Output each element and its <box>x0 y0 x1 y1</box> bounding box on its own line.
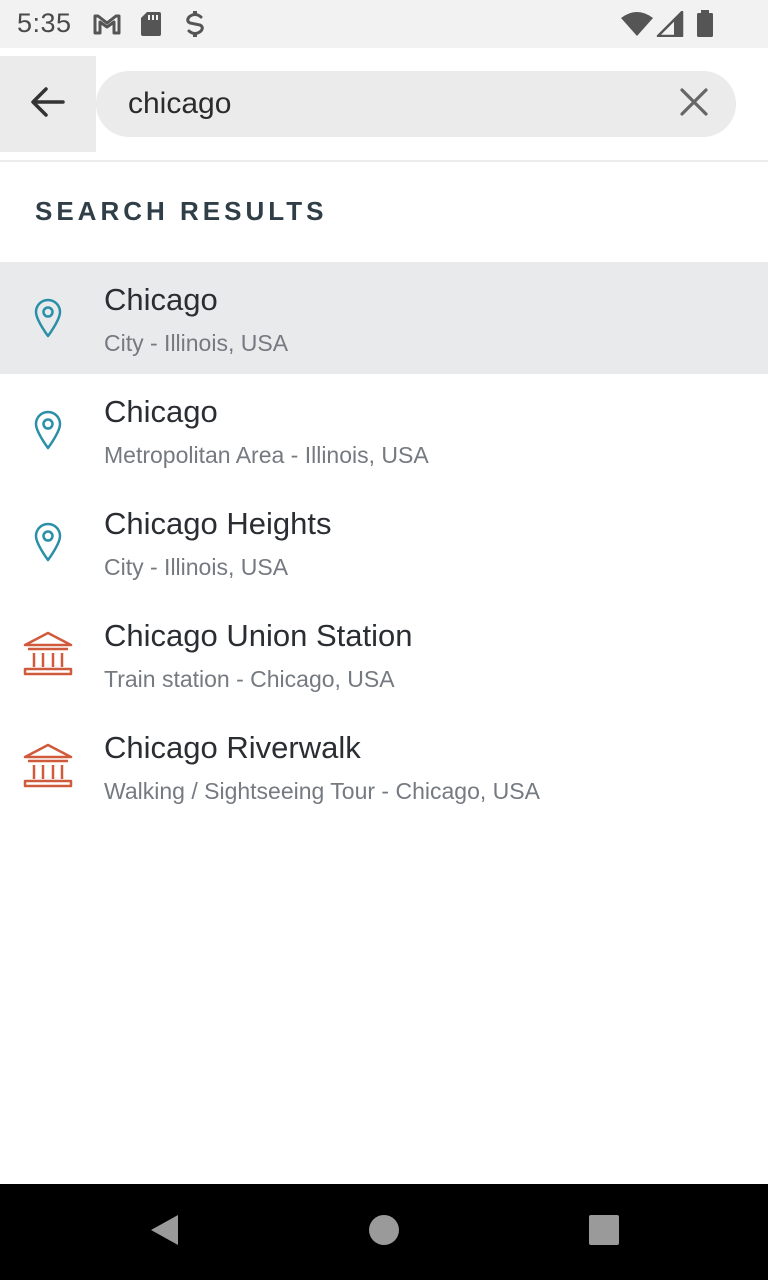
sd-card-icon <box>140 11 162 42</box>
navigation-bar <box>0 1184 768 1280</box>
home-circle-icon <box>368 1214 400 1251</box>
search-input[interactable] <box>128 71 648 137</box>
map-pin-icon <box>22 292 74 344</box>
search-app-bar <box>0 48 768 162</box>
sync-icon <box>184 10 206 43</box>
arrow-left-icon <box>30 84 66 125</box>
map-pin-icon <box>22 404 74 456</box>
result-title: Chicago <box>104 394 218 429</box>
map-pin-icon <box>22 516 74 568</box>
result-item[interactable]: Chicago Riverwalk Walking / Sightseeing … <box>0 710 768 822</box>
close-icon <box>679 87 709 122</box>
section-header: SEARCH RESULTS <box>35 196 328 226</box>
result-item[interactable]: Chicago Heights City - Illinois, USA <box>0 486 768 598</box>
recents-square-icon <box>588 1214 620 1251</box>
result-title: Chicago Riverwalk <box>104 730 361 765</box>
wifi-icon <box>620 11 654 42</box>
result-item[interactable]: Chicago Union Station Train station - Ch… <box>0 598 768 710</box>
screen: 5:35 chicago SEARCH RESULTS Chicago City… <box>0 0 768 1280</box>
result-item[interactable]: Chicago Metropolitan Area - Illinois, US… <box>0 374 768 486</box>
status-bar: 5:35 <box>0 0 768 48</box>
result-title: Chicago Union Station <box>104 618 413 653</box>
search-box <box>96 71 736 137</box>
landmark-icon <box>22 628 74 680</box>
battery-icon <box>696 10 714 43</box>
back-triangle-icon <box>147 1213 181 1252</box>
result-subtitle: Train station - Chicago, USA <box>104 666 395 692</box>
result-subtitle: City - Illinois, USA <box>104 554 289 580</box>
result-subtitle: City - Illinois, USA <box>104 330 289 356</box>
result-subtitle: Metropolitan Area - Illinois, USA <box>104 442 429 468</box>
result-title: Chicago Heights <box>104 506 332 541</box>
nav-home-button[interactable] <box>364 1212 404 1252</box>
cell-signal-icon <box>656 10 684 42</box>
back-button[interactable] <box>0 56 96 152</box>
nav-back-button[interactable] <box>144 1212 184 1252</box>
results-list: Chicago City - Illinois, USA Chicago Met… <box>0 262 768 822</box>
status-time: 5:35 <box>17 8 72 38</box>
result-subtitle: Walking / Sightseeing Tour - Chicago, US… <box>104 778 540 804</box>
landmark-icon <box>22 740 74 792</box>
clear-search-button[interactable] <box>674 84 714 124</box>
result-title: Chicago <box>104 282 218 317</box>
result-item[interactable]: Chicago City - Illinois, USA <box>0 262 768 374</box>
gmail-icon <box>92 12 122 41</box>
nav-recents-button[interactable] <box>584 1212 624 1252</box>
